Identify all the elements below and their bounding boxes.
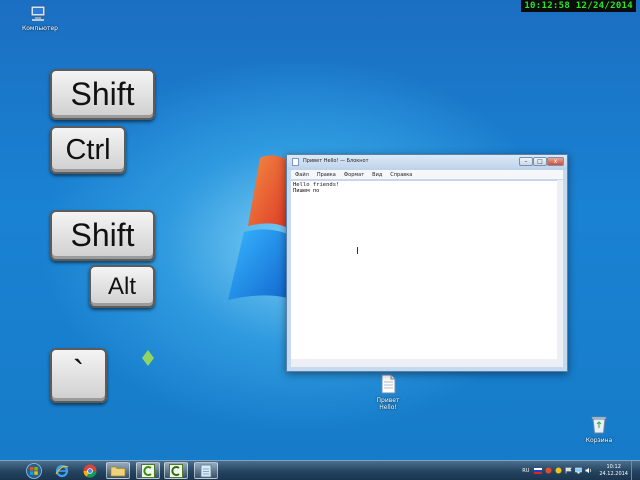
- notepad-window[interactable]: Привет Hello! — Блокнот – □ x Файл Правк…: [286, 154, 568, 372]
- key-alt: Alt: [89, 265, 155, 308]
- desktop-icon-label: Корзина: [585, 437, 613, 444]
- folder-icon: [110, 466, 126, 476]
- maximize-button[interactable]: □: [533, 157, 547, 166]
- chrome-icon: [83, 464, 97, 477]
- taskbar-clock[interactable]: 10:12 24.12.2014: [599, 464, 628, 478]
- explorer-button[interactable]: [106, 462, 130, 479]
- start-button[interactable]: [22, 462, 46, 479]
- menu-format[interactable]: Формат: [344, 172, 364, 178]
- notepad-icon[interactable]: [292, 158, 299, 166]
- desktop-icon-label: Привет Hello!: [376, 397, 400, 411]
- notepad-content: Hello friends! Пишем по: [293, 182, 340, 194]
- desktop-icon-label: Компьютер: [22, 25, 58, 32]
- minimize-button[interactable]: –: [519, 157, 533, 166]
- key-backtick: `: [50, 348, 107, 403]
- key-shift: Shift: [50, 69, 155, 120]
- desktop-icon-recycle-bin[interactable]: Корзина: [584, 416, 614, 444]
- desktop: 10:12:58 12/24/2014 Компьютер Привет Hel…: [0, 0, 640, 460]
- vertical-scrollbar[interactable]: [557, 180, 563, 359]
- tray-app-icon[interactable]: [555, 467, 562, 474]
- notepad-icon: [200, 464, 212, 477]
- camtasia-icon: [141, 463, 155, 478]
- key-shift: Shift: [50, 210, 155, 261]
- camtasia-icon: [169, 463, 183, 478]
- horizontal-scrollbar[interactable]: [291, 359, 563, 367]
- desktop-icon-text-file[interactable]: Привет Hello!: [374, 374, 402, 411]
- computer-icon: [30, 5, 46, 21]
- system-tray: RU 10:12 24.12.2014: [522, 461, 640, 480]
- recycle-bin-icon: [591, 416, 607, 434]
- menu-edit[interactable]: Правка: [317, 172, 336, 178]
- volume-icon[interactable]: [585, 467, 593, 474]
- notepad-menubar: Файл Правка Формат Вид Справка: [291, 170, 563, 179]
- notepad-button[interactable]: [194, 462, 218, 479]
- camtasia-button-2[interactable]: [164, 462, 188, 479]
- taskbar: RU 10:12 24.12.2014: [0, 460, 640, 480]
- camtasia-button-1[interactable]: [136, 462, 160, 479]
- close-button[interactable]: x: [547, 157, 564, 166]
- menu-file[interactable]: Файл: [295, 172, 309, 178]
- ie-button[interactable]: [50, 462, 74, 479]
- key-ctrl: Ctrl: [50, 126, 126, 174]
- notepad-text-area[interactable]: Hello friends! Пишем по: [291, 180, 557, 359]
- text-cursor-icon: [357, 247, 360, 254]
- action-center-flag-icon[interactable]: [565, 467, 572, 474]
- language-indicator[interactable]: RU: [522, 468, 529, 474]
- taskbar-date: 24.12.2014: [599, 470, 628, 477]
- taskbar-time: 10:12: [606, 463, 621, 470]
- notepad-titlebar[interactable]: Привет Hello! — Блокнот – □ x: [287, 155, 567, 170]
- russian-flag-icon[interactable]: [534, 467, 543, 474]
- show-desktop-button[interactable]: [631, 461, 640, 480]
- window-title: Привет Hello! — Блокнот: [303, 158, 369, 164]
- recording-timestamp: 10:12:58 12/24/2014: [521, 0, 636, 12]
- menu-help[interactable]: Справка: [390, 172, 412, 178]
- windows-orb-icon: [26, 462, 42, 479]
- chrome-button[interactable]: [78, 462, 102, 479]
- menu-view[interactable]: Вид: [372, 172, 382, 178]
- network-icon[interactable]: [575, 467, 583, 474]
- tray-app-icon[interactable]: [545, 467, 552, 474]
- desktop-icon-computer[interactable]: Компьютер: [22, 4, 58, 32]
- internet-explorer-icon: [55, 464, 69, 477]
- text-file-icon: [381, 374, 396, 394]
